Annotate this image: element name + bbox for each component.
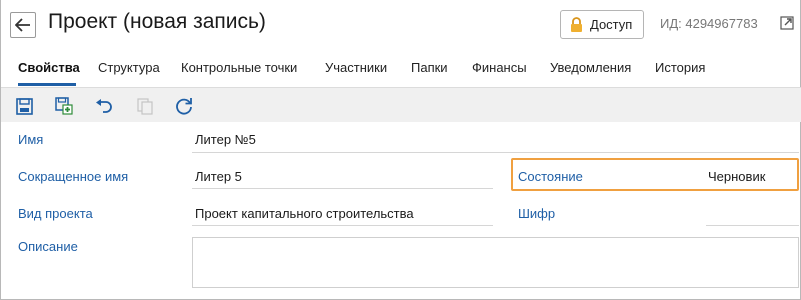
- tab-history[interactable]: История: [655, 60, 705, 75]
- tab-milestones[interactable]: Контрольные точки: [181, 60, 297, 75]
- description-textarea[interactable]: [192, 237, 799, 288]
- cipher-label: Шифр: [518, 206, 556, 221]
- tab-folders[interactable]: Папки: [411, 60, 448, 75]
- save-and-create-icon: [55, 97, 73, 115]
- description-label: Описание: [18, 239, 78, 254]
- tab-bar: Свойства Структура Контрольные точки Уча…: [1, 52, 801, 86]
- copy-icon: [137, 97, 153, 115]
- undo-button[interactable]: [94, 96, 114, 116]
- name-label: Имя: [18, 132, 44, 147]
- page-title: Проект (новая запись): [48, 10, 266, 33]
- form-window: Проект (новая запись) Доступ ИД: 4294967…: [0, 0, 801, 300]
- cipher-field-underline: [706, 225, 799, 226]
- state-field[interactable]: Черновик: [708, 169, 765, 184]
- back-button[interactable]: [10, 12, 36, 38]
- name-field-underline: [192, 152, 799, 153]
- tab-properties[interactable]: Свойства: [18, 60, 80, 75]
- tab-structure[interactable]: Структура: [98, 60, 160, 75]
- short-name-field-underline: [192, 188, 493, 189]
- short-name-label: Сокращенное имя: [18, 169, 129, 184]
- save-icon: [15, 97, 33, 115]
- refresh-icon: [176, 98, 192, 115]
- save-and-create-button[interactable]: [54, 96, 74, 116]
- save-button[interactable]: [14, 96, 34, 116]
- lock-icon: [570, 16, 583, 33]
- copy-button[interactable]: [135, 96, 155, 116]
- open-external-button[interactable]: [778, 14, 796, 32]
- project-type-field-underline: [192, 225, 493, 226]
- tab-participants[interactable]: Участники: [325, 60, 387, 75]
- active-tab-indicator: [18, 83, 76, 86]
- open-external-icon: [780, 16, 794, 30]
- toolbar: [1, 87, 801, 122]
- name-field[interactable]: Литер №5: [195, 132, 256, 147]
- arrow-left-icon: [15, 18, 30, 32]
- state-label: Состояние: [518, 169, 583, 184]
- tab-notifications[interactable]: Уведомления: [550, 60, 631, 75]
- undo-icon: [96, 99, 112, 113]
- record-id: ИД: 4294967783: [660, 16, 758, 31]
- refresh-button[interactable]: [174, 96, 194, 116]
- tab-finances[interactable]: Финансы: [472, 60, 527, 75]
- short-name-field[interactable]: Литер 5: [195, 169, 242, 184]
- access-button[interactable]: Доступ: [560, 10, 644, 39]
- project-type-field[interactable]: Проект капитального строительства: [195, 206, 414, 221]
- project-type-label: Вид проекта: [18, 206, 93, 221]
- access-button-label: Доступ: [590, 17, 633, 32]
